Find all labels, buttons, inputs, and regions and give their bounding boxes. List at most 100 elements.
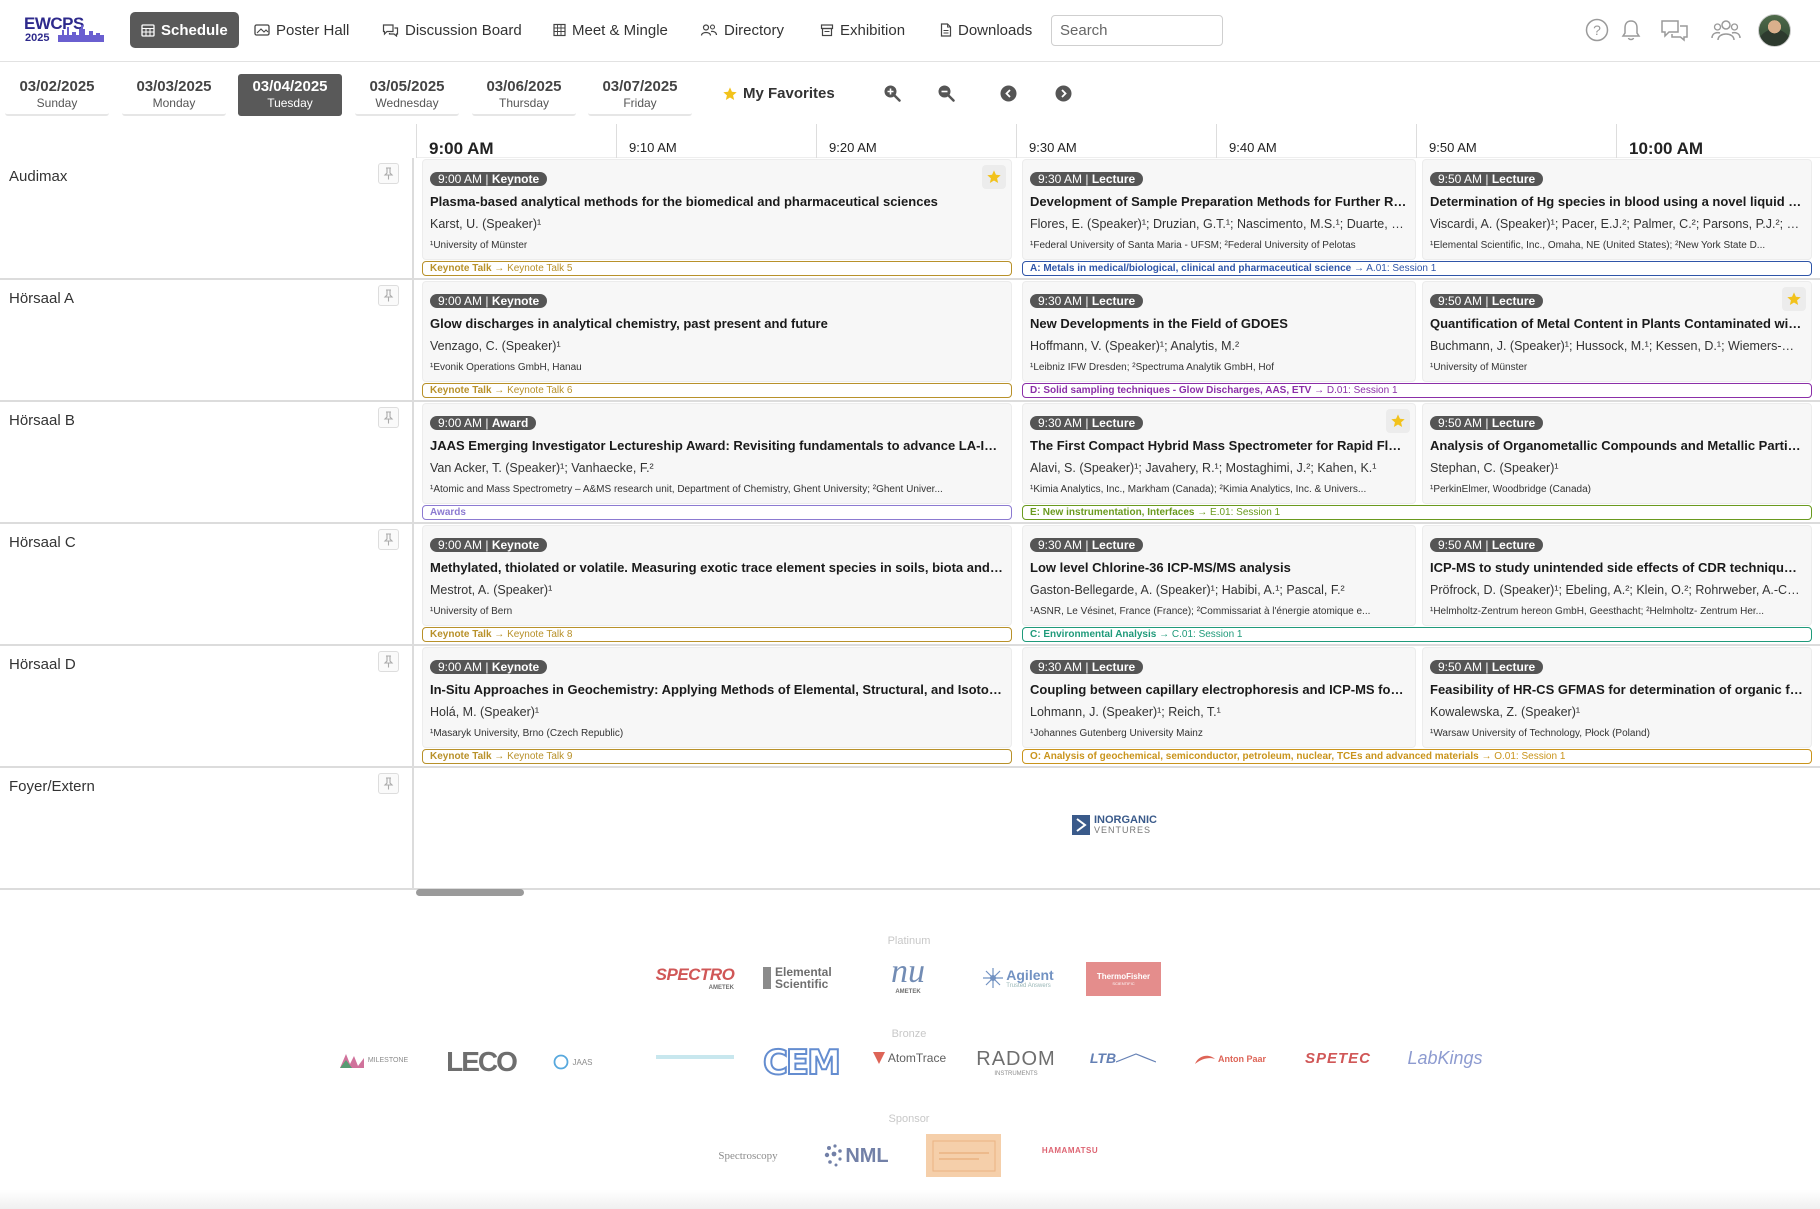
spetec-logo[interactable]: SPETEC [1296, 1046, 1380, 1070]
horizontal-scrollbar[interactable] [416, 889, 524, 896]
session-title: Development of Sample Preparation Method… [1030, 194, 1407, 209]
session-affiliations: ¹Kimia Analytics, Inc., Markham (Canada)… [1030, 484, 1367, 495]
logo-text: AMETEK [895, 989, 921, 995]
session-affiliations: ¹PerkinElmer, Woodbridge (Canada) [1430, 484, 1592, 495]
date-tab-tuesday[interactable]: 03/04/2025 Tuesday [238, 74, 342, 116]
cem-logo[interactable]: CEM [760, 1042, 842, 1084]
session-time: 9:30 AM [1038, 660, 1083, 674]
help-icon[interactable]: ? [1582, 15, 1612, 45]
inorganic-ventures-logo[interactable]: INORGANIC VENTURES [1071, 814, 1157, 836]
zoom-out-icon[interactable] [935, 82, 957, 104]
user-avatar[interactable] [1758, 14, 1791, 47]
track-label[interactable]: C: Environmental Analysis → C.01: Sessio… [1022, 627, 1812, 642]
nav-exhibition[interactable]: Exhibition [809, 12, 916, 48]
chevron-right-icon[interactable] [1052, 82, 1074, 104]
milestone-logo[interactable]: MILESTONE [334, 1048, 414, 1072]
zoom-in-icon[interactable] [881, 82, 903, 104]
leco-logo[interactable]: LECO [440, 1044, 522, 1080]
session-type: Lecture [1091, 294, 1136, 308]
pin-icon[interactable] [378, 651, 399, 672]
spectro-logo[interactable]: SPECTRO AMETEK [656, 960, 735, 996]
session-affiliations: ¹University of Münster [1430, 362, 1528, 373]
track-label[interactable]: Keynote Talk → Keynote Talk 6 [422, 383, 1012, 398]
favorite-star-icon[interactable] [982, 165, 1006, 189]
messages-icon[interactable] [1660, 15, 1690, 45]
track-label[interactable]: E: New instrumentation, Interfaces → E.0… [1022, 505, 1812, 520]
session-authors: Kowalewska, Z. (Speaker)¹ [1430, 705, 1581, 719]
favorite-star-icon[interactable] [1782, 287, 1806, 311]
date-tab-sunday[interactable]: 03/02/2025 Sunday [5, 74, 109, 116]
nav-downloads[interactable]: Downloads [929, 12, 1043, 48]
session-card[interactable]: 9:00 AM | Award JAAS Emerging Investigato… [422, 403, 1012, 504]
track-name: Keynote Talk [430, 385, 492, 396]
nav-meet-mingle[interactable]: Meet & Mingle [542, 12, 679, 48]
session-card[interactable]: 9:00 AM | Keynote Glow discharges in anal… [422, 281, 1012, 382]
hamamatsu-logo[interactable]: HAMAMATSU [1030, 1142, 1110, 1158]
date-tab-friday[interactable]: 03/07/2025 Friday [588, 74, 692, 116]
nu-logo[interactable]: nu AMETEK [868, 950, 948, 1000]
track-name: E: New instrumentation, Interfaces [1030, 507, 1195, 518]
session-affiliations: ¹University of Münster [430, 240, 528, 251]
nav-schedule[interactable]: Schedule [130, 12, 239, 48]
session-time-badge: 9:50 AM | Lecture [1430, 172, 1544, 186]
nav-discussion-board[interactable]: Discussion Board [371, 12, 533, 48]
session-card[interactable]: 9:30 AM | Lecture Coupling between capill… [1022, 647, 1416, 748]
nav-poster-hall[interactable]: Poster Hall [243, 12, 360, 48]
track-label[interactable]: Awards [422, 505, 1012, 520]
spectroscopy-logo[interactable]: Spectroscopy [706, 1146, 790, 1166]
track-session: Keynote Talk 5 [507, 263, 573, 274]
pin-icon[interactable] [378, 407, 399, 428]
date-tab-wednesday[interactable]: 03/05/2025 Wednesday [355, 74, 459, 116]
radom-logo[interactable]: RADOM INSTRUMENTS [973, 1044, 1059, 1080]
thermo-fisher-logo[interactable]: ThermoFisher SCIENTIFIC [1086, 962, 1161, 996]
bronze-sponsor-banner[interactable] [655, 1050, 735, 1064]
session-card[interactable]: 9:00 AM | Keynote Plasma-based analytical… [422, 159, 1012, 260]
nav-directory[interactable]: Directory [689, 12, 795, 48]
journal-cover-logo[interactable] [926, 1134, 1001, 1177]
session-card[interactable]: 9:00 AM | Keynote Methylated, thiolated o… [422, 525, 1012, 626]
pin-icon[interactable] [378, 163, 399, 184]
session-title: In-Situ Approaches in Geochemistry: Appl… [430, 682, 1003, 697]
ewcps-logo[interactable]: EWCPS 2025 [22, 12, 104, 46]
session-card[interactable]: 9:50 AM | Lecture ICP-MS to study uninten… [1422, 525, 1812, 626]
session-card[interactable]: 9:30 AM | Lecture The First Compact Hybri… [1022, 403, 1416, 504]
track-name: Keynote Talk [430, 263, 492, 274]
elemental-scientific-logo[interactable]: Elemental Scientific [762, 960, 832, 996]
favorite-star-icon[interactable] [1386, 409, 1410, 433]
track-label[interactable]: Keynote Talk → Keynote Talk 5 [422, 261, 1012, 276]
session-card[interactable]: 9:30 AM | Lecture Low level Chlorine-36 I… [1022, 525, 1416, 626]
ltb-logo[interactable]: LTB [1083, 1046, 1163, 1070]
agilent-logo[interactable]: Agilent Trusted Answers [978, 958, 1058, 998]
session-time-badge: 9:30 AM | Lecture [1030, 416, 1144, 430]
session-card[interactable]: 9:30 AM | Lecture New Developments in the… [1022, 281, 1416, 382]
search-input[interactable] [1051, 15, 1223, 46]
session-time: 9:30 AM [1038, 294, 1083, 308]
track-label[interactable]: Keynote Talk → Keynote Talk 9 [422, 749, 1012, 764]
pin-icon[interactable] [378, 529, 399, 550]
pin-icon[interactable] [378, 285, 399, 306]
track-label[interactable]: D: Solid sampling techniques - Glow Disc… [1022, 383, 1812, 398]
session-card[interactable]: 9:00 AM | Keynote In-Situ Approaches in G… [422, 647, 1012, 748]
chat-icon [382, 24, 399, 37]
time-tick: 9:30 AM [1016, 124, 1077, 158]
pin-icon[interactable] [378, 773, 399, 794]
contacts-icon[interactable] [1711, 15, 1741, 45]
track-label[interactable]: Keynote Talk → Keynote Talk 8 [422, 627, 1012, 642]
bell-icon[interactable] [1616, 15, 1646, 45]
labkings-logo[interactable]: LabKings [1404, 1044, 1486, 1072]
anton-paar-logo[interactable]: Anton Paar [1188, 1048, 1272, 1070]
jaas-logo[interactable]: JAAS [548, 1050, 598, 1074]
nml-logo[interactable]: NML [816, 1138, 896, 1174]
session-card[interactable]: 9:50 AM | Lecture Determination of Hg spe… [1422, 159, 1812, 260]
date-tab-monday[interactable]: 03/03/2025 Monday [122, 74, 226, 116]
chevron-left-icon[interactable] [997, 82, 1019, 104]
session-card[interactable]: 9:50 AM | Lecture Analysis of Organometal… [1422, 403, 1812, 504]
date-tab-thursday[interactable]: 03/06/2025 Thursday [472, 74, 576, 116]
track-label[interactable]: O: Analysis of geochemical, semiconducto… [1022, 749, 1812, 764]
track-label[interactable]: A: Metals in medical/biological, clinica… [1022, 261, 1812, 276]
session-card[interactable]: 9:30 AM | Lecture Development of Sample P… [1022, 159, 1416, 260]
my-favorites-button[interactable]: My Favorites [722, 85, 835, 102]
atomtrace-logo[interactable]: AtomTrace [868, 1046, 950, 1070]
session-card[interactable]: 9:50 AM | Lecture Feasibility of HR-CS GF… [1422, 647, 1812, 748]
session-card[interactable]: 9:50 AM | Lecture Quantification of Metal… [1422, 281, 1812, 382]
